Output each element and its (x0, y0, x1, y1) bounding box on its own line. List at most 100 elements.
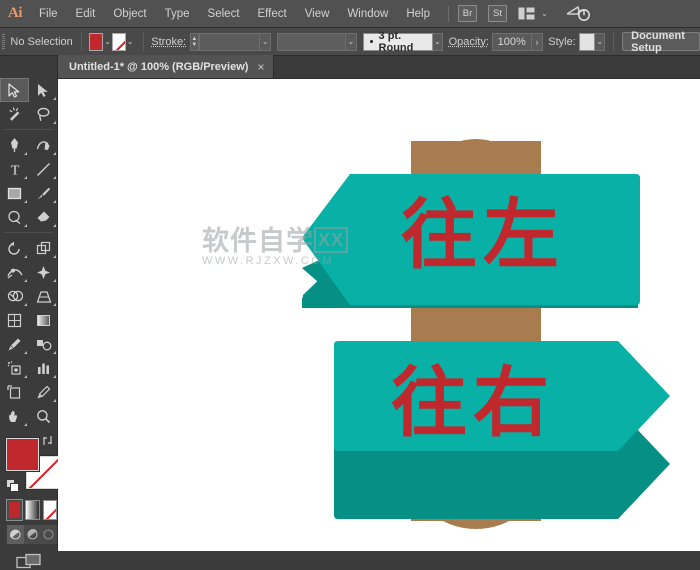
type-tool[interactable]: T (0, 157, 29, 181)
stroke-weight-field[interactable] (199, 32, 261, 51)
artboard-tool[interactable] (0, 380, 29, 404)
sign-right[interactable]: 往右 (334, 341, 670, 519)
stroke-color-swatch[interactable] (112, 32, 126, 51)
menu-file[interactable]: File (30, 0, 67, 28)
shaper-tool[interactable] (0, 205, 29, 229)
control-bar-grip[interactable] (2, 33, 6, 50)
close-icon[interactable]: × (257, 60, 264, 74)
workspace-switcher[interactable]: ⌄ (518, 7, 548, 20)
graphic-style-swatch[interactable] (579, 32, 595, 51)
tool-flyout-indicator (53, 399, 56, 402)
none-mode-button[interactable] (42, 500, 58, 520)
opacity-label[interactable]: Opacity: (449, 36, 489, 48)
stroke-weight-stepper[interactable]: ▲ ▼ (189, 32, 200, 51)
rectangle-tool[interactable] (0, 181, 29, 205)
tool-group-selection (0, 78, 57, 126)
color-mode-button[interactable] (5, 499, 24, 521)
opacity-expand-icon[interactable]: › (532, 32, 543, 51)
draw-mode-buttons (7, 525, 58, 544)
gradient-tool[interactable] (29, 308, 58, 332)
menu-help[interactable]: Help (397, 0, 439, 28)
control-divider-2 (142, 32, 144, 51)
rotate-tool[interactable] (0, 236, 29, 260)
menu-object[interactable]: Object (104, 0, 155, 28)
swap-fill-stroke-icon[interactable] (42, 434, 55, 450)
zoom-tool[interactable] (29, 404, 58, 428)
stroke-weight-label[interactable]: Stroke: (151, 36, 186, 48)
brush-definition-field[interactable]: 3 pt. Round (362, 30, 433, 54)
menu-bar: Ai File Edit Object Type Select Effect V… (0, 0, 700, 28)
symbol-sprayer-tool[interactable] (0, 356, 29, 380)
selection-tool[interactable] (0, 78, 29, 102)
tool-flyout-indicator (53, 224, 56, 227)
menu-effect[interactable]: Effect (249, 0, 296, 28)
tool-divider (4, 232, 53, 233)
change-screen-mode-button[interactable] (0, 553, 57, 570)
document-tab-bar: Untitled-1* @ 100% (RGB/Preview) × (58, 55, 700, 79)
eyedropper-tool[interactable] (0, 332, 29, 356)
paintbrush-tool[interactable] (29, 181, 58, 205)
scale-tool[interactable] (29, 236, 58, 260)
fill-color-indicator[interactable] (5, 437, 40, 472)
menu-edit[interactable]: Edit (67, 0, 105, 28)
column-graph-tool[interactable] (29, 356, 58, 380)
adobe-stock-button[interactable]: St (488, 5, 507, 22)
fill-caret-icon[interactable]: ⌄ (103, 33, 112, 51)
menu-select[interactable]: Select (199, 0, 249, 28)
tool-group-transform (0, 236, 57, 428)
hand-tool[interactable] (0, 404, 29, 428)
workspace-caret-icon: ⌄ (541, 9, 548, 18)
sign-left[interactable]: 往左 (302, 174, 640, 308)
brush-dot-icon (369, 40, 373, 43)
fill-color-swatch[interactable] (89, 32, 104, 51)
control-divider-3 (613, 32, 615, 51)
workspace-layout-icon (518, 7, 535, 20)
eraser-tool[interactable] (29, 205, 58, 229)
magic-wand-tool[interactable] (0, 102, 29, 126)
tool-flyout-indicator (53, 303, 56, 306)
go-to-bridge-button[interactable]: Br (458, 5, 477, 22)
draw-normal-button[interactable] (7, 525, 24, 544)
shape-builder-tool[interactable] (0, 284, 29, 308)
width-tool[interactable] (0, 260, 29, 284)
document-setup-button[interactable]: Document Setup (622, 30, 700, 54)
sign-left-label: 往左 (401, 190, 565, 279)
control-divider-1 (80, 32, 82, 51)
gradient-mode-button[interactable] (25, 500, 40, 520)
lasso-tool[interactable] (29, 102, 58, 126)
tool-flyout-indicator (53, 121, 56, 124)
blend-tool[interactable] (29, 332, 58, 356)
stroke-caret-icon[interactable]: ⌄ (126, 33, 135, 51)
line-segment-tool[interactable] (29, 157, 58, 181)
draw-behind-button[interactable] (23, 525, 41, 544)
slice-tool[interactable] (29, 380, 58, 404)
style-caret-icon[interactable]: ⌄ (594, 32, 606, 51)
menu-view[interactable]: View (296, 0, 339, 28)
width-profile-caret-icon[interactable]: ⌄ (346, 32, 357, 51)
curvature-tool[interactable] (29, 133, 58, 157)
tool-group-drawing: T (0, 133, 57, 229)
tool-flyout-indicator (24, 224, 27, 227)
tool-flyout-indicator (24, 279, 27, 282)
tool-flyout-indicator (53, 200, 56, 203)
tool-flyout-indicator (53, 255, 56, 258)
mesh-tool[interactable] (0, 308, 29, 332)
pen-tool[interactable] (0, 133, 29, 157)
artwork-signpost[interactable]: 往左 往右 (58, 79, 700, 551)
direct-selection-tool[interactable] (29, 78, 58, 102)
menu-type[interactable]: Type (156, 0, 199, 28)
opacity-field[interactable]: 100% (491, 32, 533, 51)
control-options-bar: No Selection ⌄ ⌄ Stroke: ▲ ▼ ⌄ ⌄ 3 pt. R… (0, 28, 700, 56)
free-transform-tool[interactable] (29, 260, 58, 284)
artboard-canvas[interactable]: 往左 往右 软件自学 XX WWW.RJZXW.COM (58, 79, 700, 551)
document-tab[interactable]: Untitled-1* @ 100% (RGB/Preview) × (58, 55, 275, 78)
width-profile-field[interactable] (277, 32, 347, 51)
stroke-weight-caret-icon[interactable]: ⌄ (260, 32, 271, 51)
menu-window[interactable]: Window (338, 0, 397, 28)
default-fill-stroke-icon[interactable] (6, 479, 20, 496)
brush-definition-caret-icon[interactable]: ⌄ (432, 32, 444, 51)
tool-flyout-indicator (53, 97, 56, 100)
cloud-sync-icon[interactable] (566, 5, 590, 22)
perspective-grid-tool[interactable] (29, 284, 58, 308)
draw-inside-button[interactable] (40, 525, 58, 544)
